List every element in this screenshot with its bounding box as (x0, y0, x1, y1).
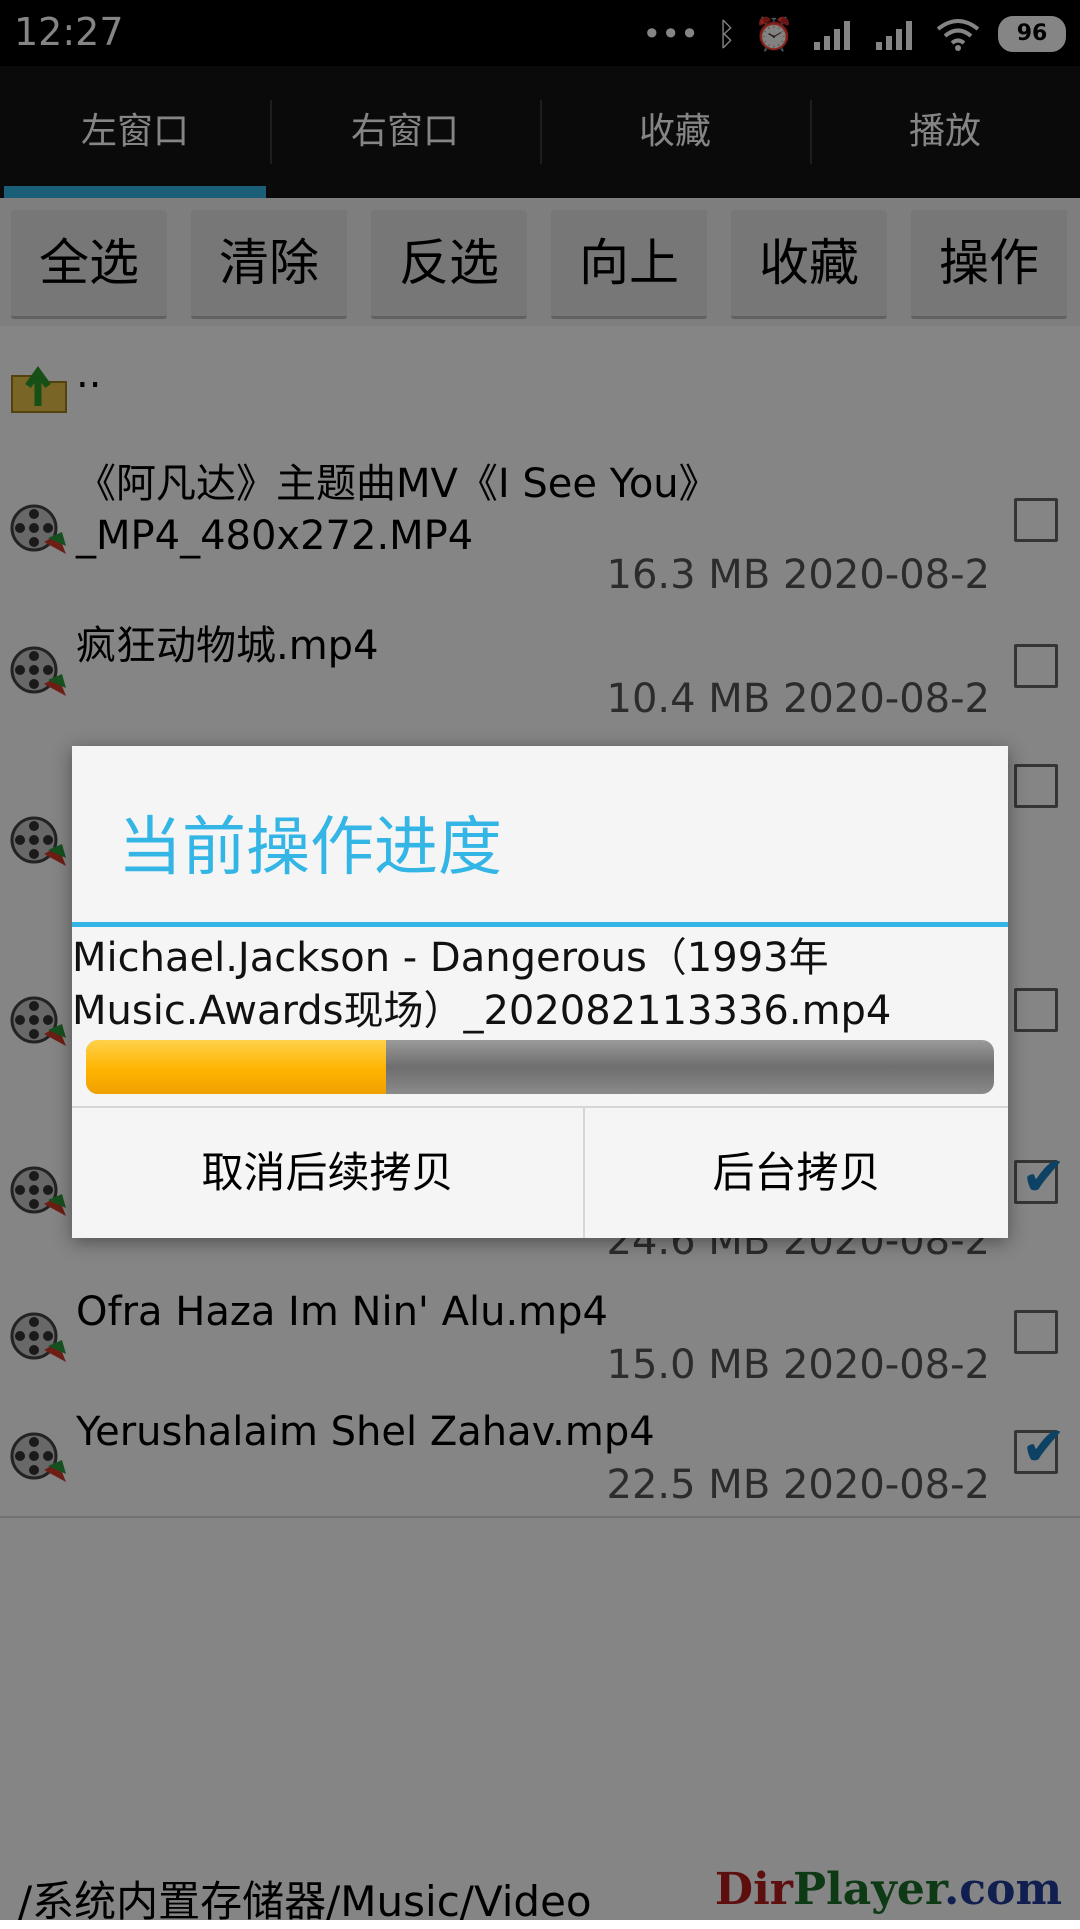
progress-fill (86, 1040, 386, 1094)
cancel-remaining-copy-button[interactable]: 取消后续拷贝 (72, 1108, 583, 1238)
dialog-title: 当前操作进度 (118, 811, 502, 885)
current-file-name: Michael.Jackson - Dangerous（1993年Music.A… (72, 935, 892, 1034)
copy-progress-bar (86, 1040, 994, 1094)
progress-dialog: 当前操作进度 Michael.Jackson - Dangerous（1993年… (72, 746, 1008, 1238)
background-copy-button[interactable]: 后台拷贝 (585, 1108, 1008, 1238)
title-divider (72, 922, 1008, 927)
